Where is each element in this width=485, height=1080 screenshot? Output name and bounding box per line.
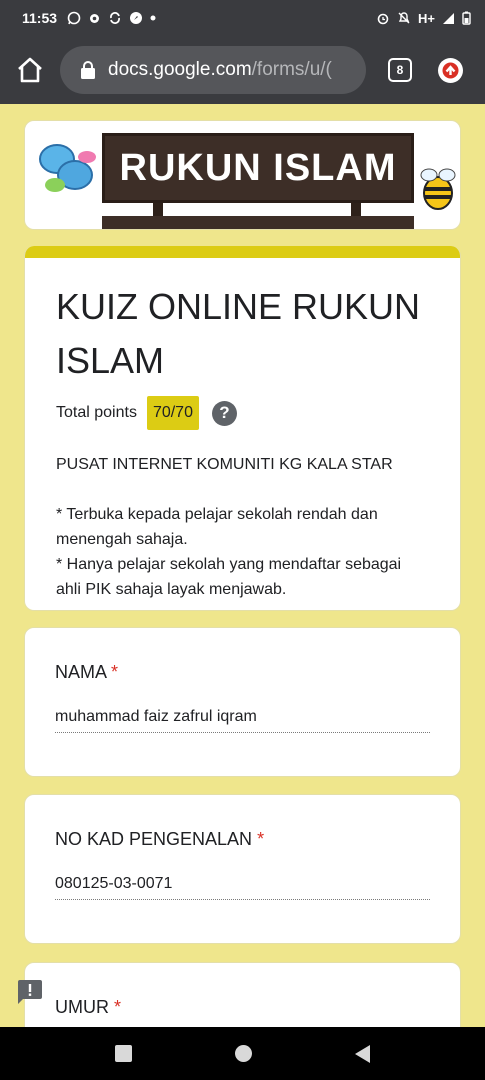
question-card-nama: NAMA * muhammad faiz zafrul iqram [24,627,461,777]
banner-signboard: RUKUN ISLAM [102,133,414,203]
lock-icon [81,61,95,79]
accent-bar [25,246,460,258]
battery-icon [462,11,471,25]
compass-icon [130,12,143,24]
browser-toolbar: docs.google.com/forms/u/( 8 [0,36,485,104]
sync-icon [110,12,121,24]
total-points-row: Total points 70/70 ? [56,396,460,430]
question-card-ic-number: NO KAD PENGENALAN * 080125-03-0071 [24,794,461,944]
form-description: PUSAT INTERNET KOMUNITI KG KALA STAR * T… [56,452,430,602]
required-asterisk: * [257,829,265,849]
form-note: * Hanya pelajar sekolah yang mendaftar s… [56,556,402,598]
address-bar[interactable]: docs.google.com/forms/u/( [60,46,366,94]
whatsapp-icon [67,11,81,25]
back-triangle-icon[interactable] [354,1044,370,1063]
answer-underline [55,732,430,733]
form-header-card: KUIZ ONLINE RUKUN ISLAM Total points 70/… [24,246,461,611]
arrow-up-icon [442,62,459,79]
url-path: /forms/u/( [251,59,332,80]
form-note: * Terbuka kepada pelajar sekolah rendah … [56,506,378,548]
banner-text: RUKUN ISLAM [119,146,397,189]
required-asterisk: * [114,997,122,1017]
home-circle-icon[interactable] [234,1045,252,1062]
help-icon[interactable]: ? [211,400,237,426]
butterfly-icon [39,144,96,192]
points-badge: 70/70 [146,396,199,430]
home-icon[interactable] [16,56,44,84]
question-label: NO KAD PENGENALAN * [55,829,265,849]
recent-apps-icon[interactable] [115,1045,133,1062]
settings-icon [90,13,100,23]
status-time: 11:53 [22,10,58,26]
url-host: docs.google.com [108,59,252,80]
organization-name: PUSAT INTERNET KOMUNITI KG KALA STAR [56,456,393,473]
alarm-icon [377,13,389,25]
tab-switcher-button[interactable]: 8 [388,58,412,82]
answer-ic-input[interactable]: 080125-03-0071 [55,875,172,893]
form-title: KUIZ ONLINE RUKUN ISLAM [56,286,421,381]
required-asterisk: * [111,662,119,682]
answer-name-input[interactable]: muhammad faiz zafrul iqram [55,708,257,726]
signal-icon [443,12,454,24]
header-banner: RUKUN ISLAM [24,120,461,230]
dot-icon [150,15,156,21]
question-label: NAMA * [55,662,119,682]
network-type: H+ [418,10,435,26]
points-label: Total points [56,404,137,421]
mute-icon [398,12,410,24]
url-text: docs.google.com/forms/u/( [108,59,332,81]
bee-icon [420,168,456,210]
report-feedback-icon[interactable] [17,980,43,1005]
answer-underline [55,899,430,900]
update-button[interactable] [438,58,463,83]
system-navigation-bar [0,1027,485,1080]
status-bar: 11:53 H+ [0,0,485,36]
question-label: UMUR * [55,997,122,1017]
